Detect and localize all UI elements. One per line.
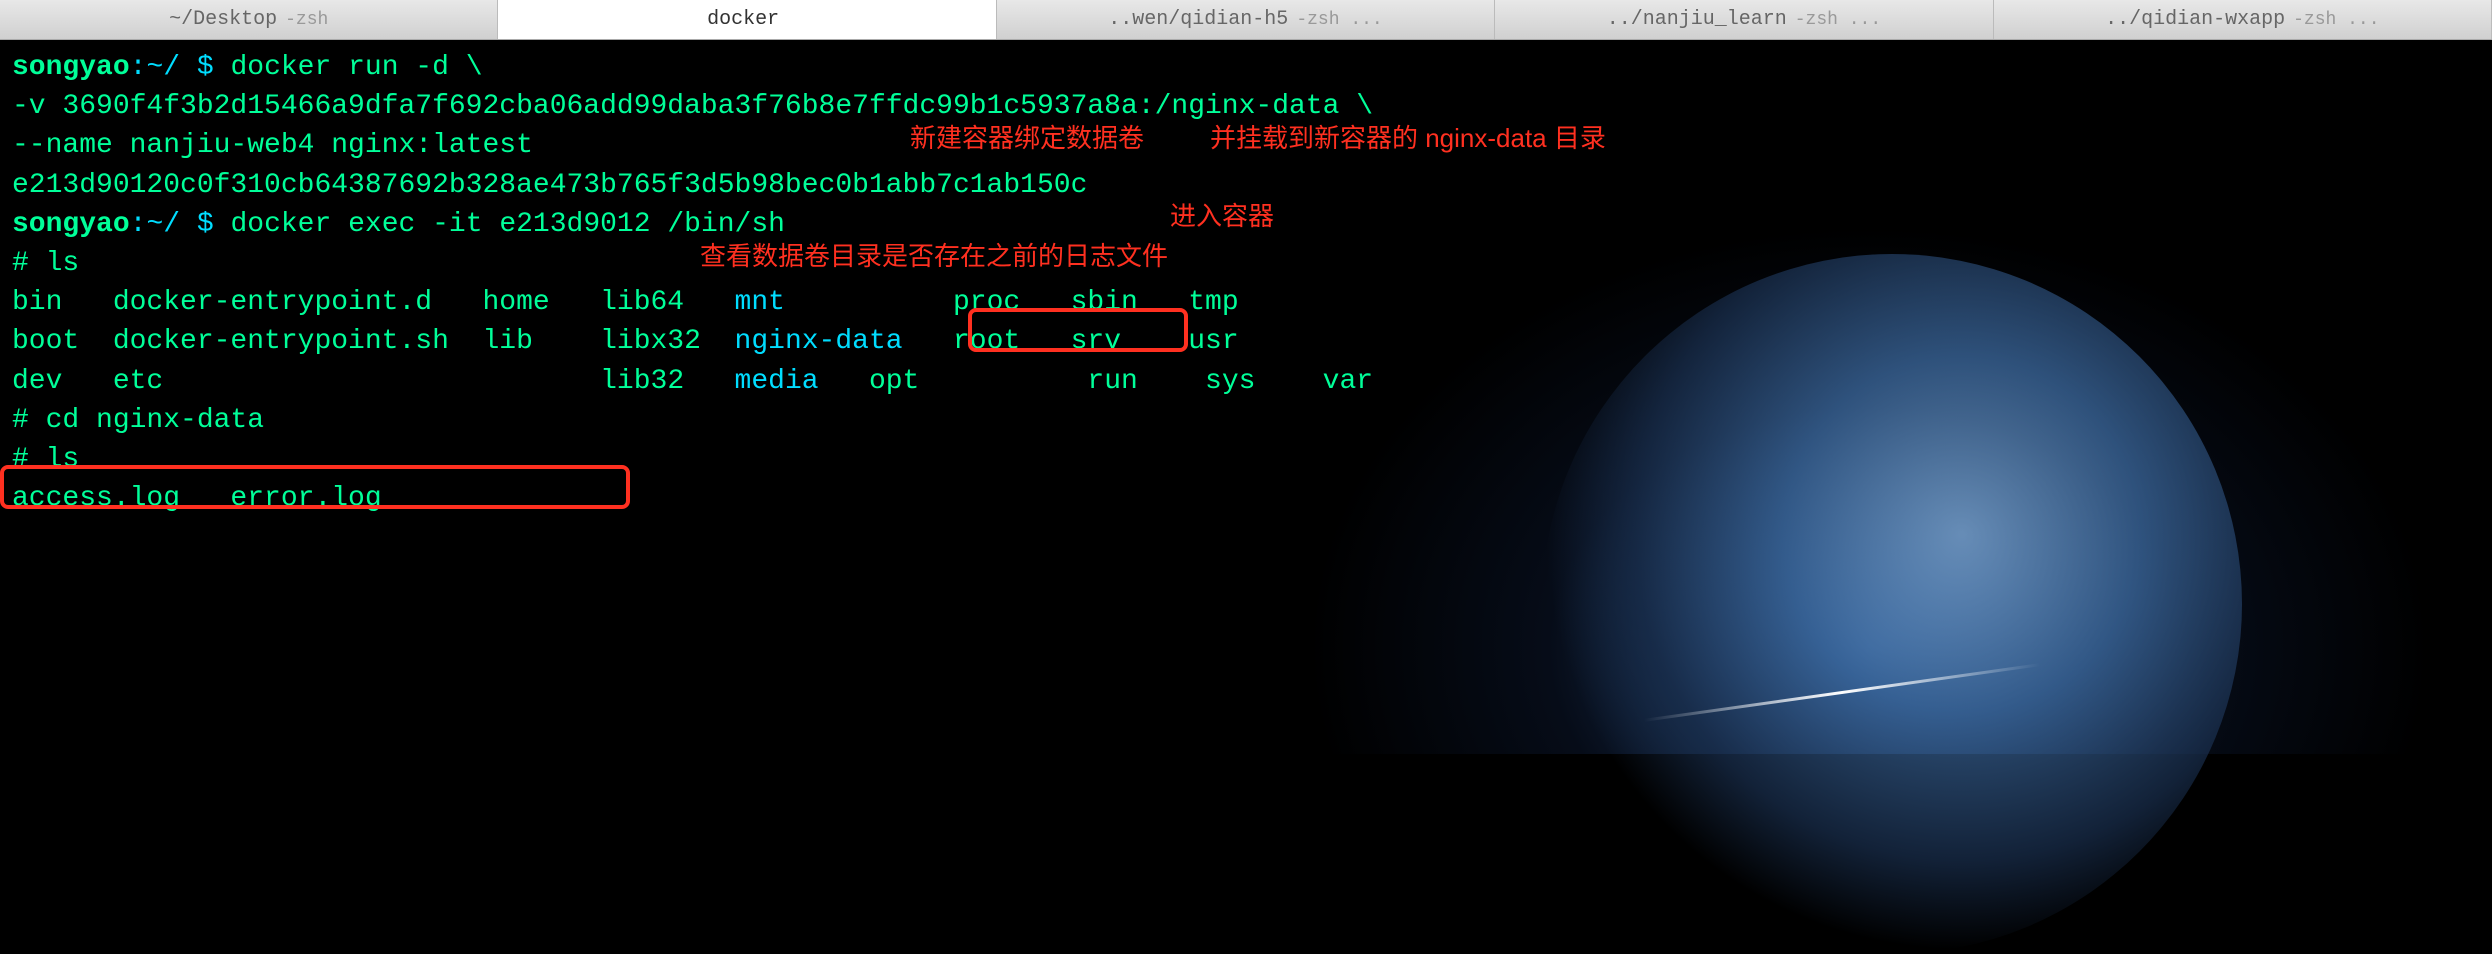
ls-text: lib32 [482,366,734,397]
ls-row-3: dev etc lib32 media opt run sys var [12,362,2480,401]
prompt-symbol: $ [180,52,230,83]
cmd-ls: # ls [12,244,2480,283]
highlight-logs [0,465,630,509]
tab-qidian-wxapp[interactable]: ../qidian-wxapp -zsh ... [1994,0,2492,39]
tab-shell: -zsh ... [1296,10,1382,30]
ls-text: boot docker-entrypoint.sh lib libx32 [12,326,735,357]
user: songyao [12,209,130,240]
terminal-pane[interactable]: songyao:~/ $ docker run -d \ -v 3690f4f3… [0,40,2492,754]
tab-docker[interactable]: docker [498,0,996,39]
user: songyao [12,52,130,83]
path: ~/ [146,209,180,240]
tab-shell: -zsh ... [2293,10,2379,30]
tab-nanjiu-learn[interactable]: ../nanjiu_learn -zsh ... [1495,0,1993,39]
command: docker exec -it e213d9012 /bin/sh [230,209,785,240]
dir-mnt: mnt [735,287,785,318]
annotation-create-volume: 新建容器绑定数据卷 [910,120,1144,156]
annotation-enter-container: 进入容器 [1170,198,1274,234]
annotation-mount-dir: 并挂载到新容器的 nginx-data 目录 [1210,120,1606,156]
tab-qidian-h5[interactable]: ..wen/qidian-h5 -zsh ... [997,0,1495,39]
cmd-cd: # cd nginx-data [12,401,2480,440]
tab-label: ../qidian-wxapp [2105,8,2285,31]
command: docker run -d \ [230,52,482,83]
dir-media: media [735,366,819,397]
tab-label: docker [707,8,779,31]
prompt-symbol: $ [180,209,230,240]
highlight-nginx-data [968,308,1188,352]
ls-text: dev etc [12,366,482,397]
tab-label: ../nanjiu_learn [1607,8,1787,31]
ls-row-1: bin docker-entrypoint.d home lib64 mnt p… [12,283,2480,322]
path: ~/ [146,52,180,83]
sep: : [130,52,147,83]
tab-shell: -zsh [285,10,328,30]
terminal-content: songyao:~/ $ docker run -d \ -v 3690f4f3… [12,48,2480,518]
tab-label: ..wen/qidian-h5 [1108,8,1288,31]
dir-nginx-data: nginx-data [735,326,903,357]
tab-bar: ~/Desktop -zsh docker ..wen/qidian-h5 -z… [0,0,2492,40]
tab-desktop[interactable]: ~/Desktop -zsh [0,0,498,39]
tab-label: ~/Desktop [169,8,277,31]
tab-shell: -zsh ... [1795,10,1881,30]
sep: : [130,209,147,240]
ls-row-2: boot docker-entrypoint.sh lib libx32 ngi… [12,322,2480,361]
ls-text: bin docker-entrypoint.d home lib64 [12,287,735,318]
ls-opt: opt [819,366,920,397]
annotation-check-logs: 查看数据卷目录是否存在之前的日志文件 [700,238,1168,274]
ls-text: run sys var [919,366,1373,397]
prompt-line-1: songyao:~/ $ docker run -d \ [12,48,2480,87]
